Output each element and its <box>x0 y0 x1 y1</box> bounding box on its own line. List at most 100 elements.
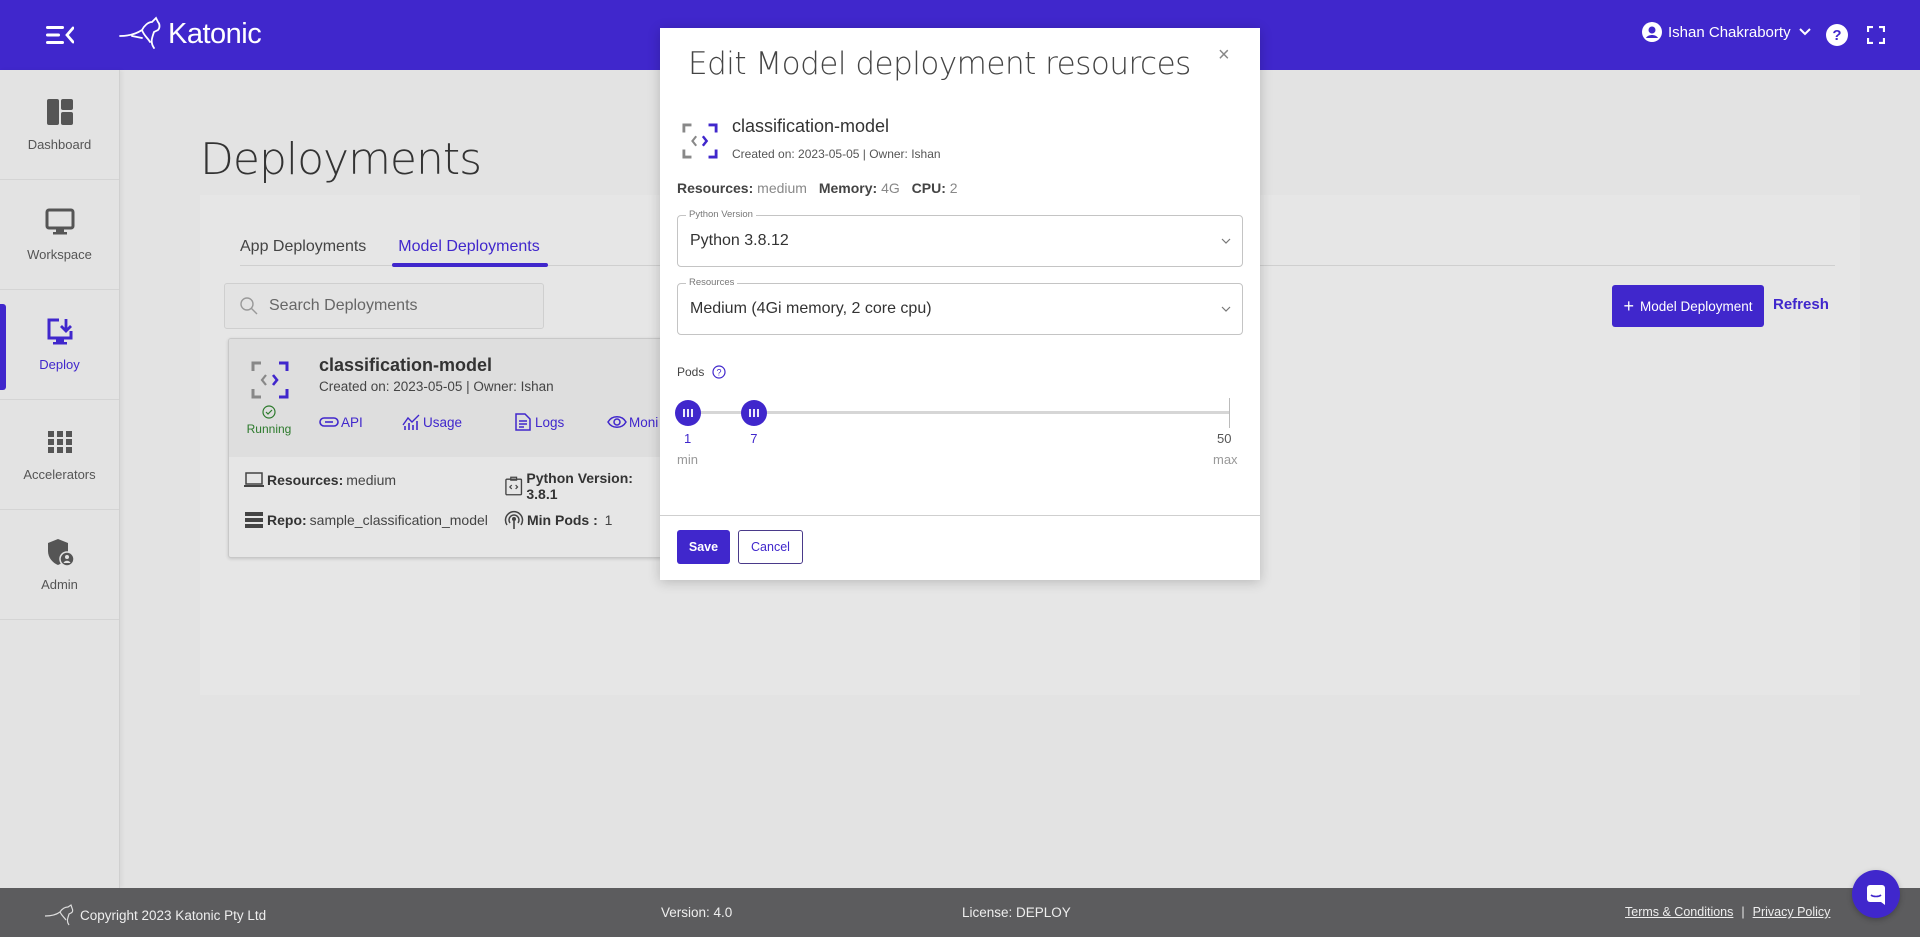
eye-icon <box>607 416 627 428</box>
help-icon[interactable]: ? <box>1826 24 1848 46</box>
chevron-down-icon <box>1798 28 1811 36</box>
usage-link[interactable]: Usage <box>401 413 513 431</box>
python-version-select[interactable]: Python Version Python 3.8.12 <box>677 209 1243 267</box>
plus-icon: + <box>1623 295 1634 316</box>
refresh-button[interactable]: Refresh <box>1773 296 1829 313</box>
chat-icon <box>1867 885 1885 905</box>
chart-icon <box>402 414 420 430</box>
katonic-logo[interactable]: Katonic <box>118 16 262 52</box>
modal-resource-summary: Resources: medium Memory: 4G CPU: 2 <box>677 180 958 196</box>
footer-links: Terms & Conditions | Privacy Policy <box>1625 905 1831 919</box>
status-badge: Running <box>245 405 293 436</box>
card-repo: Repo: sample_classification_model <box>243 510 488 530</box>
pods-slider-track[interactable] <box>688 411 1229 414</box>
deployment-card: Running classification-model Created on:… <box>228 338 668 558</box>
grid-icon <box>47 431 72 453</box>
resources-label: Resources <box>686 277 738 288</box>
sidebar-item-label: Accelerators <box>23 467 96 482</box>
add-model-deployment-button[interactable]: + Model Deployment <box>1612 285 1764 327</box>
svg-text:?: ? <box>1832 27 1841 44</box>
model-code-icon <box>682 123 718 159</box>
edit-resources-modal: Edit Model deployment resources × classi… <box>660 28 1260 580</box>
sidebar-item-dashboard[interactable]: Dashboard <box>0 70 119 180</box>
user-name: Ishan Chakraborty <box>1668 23 1791 41</box>
pods-max-thumb[interactable] <box>741 400 768 426</box>
privacy-link[interactable]: Privacy Policy <box>1753 905 1831 919</box>
footer-license: License: DEPLOY <box>962 905 1071 920</box>
tab-model-deployments[interactable]: Model Deployments <box>392 230 549 267</box>
fullscreen-icon[interactable] <box>1867 26 1885 44</box>
resources-select[interactable]: Resources Medium (4Gi memory, 2 core cpu… <box>677 277 1243 335</box>
admin-shield-icon <box>47 539 75 567</box>
modal-divider <box>660 515 1260 516</box>
close-icon[interactable]: × <box>1218 44 1230 67</box>
modal-model-name: classification-model <box>732 116 890 136</box>
sidebar-item-deploy[interactable]: Deploy <box>0 290 119 400</box>
tab-app-deployments[interactable]: App Deployments <box>240 230 366 265</box>
pods-max-value: 7 <box>750 431 758 446</box>
monitor-icon <box>45 208 74 235</box>
antenna-icon <box>504 510 524 529</box>
sidebar-item-label: Workspace <box>27 247 92 262</box>
menu-collapse-icon[interactable] <box>46 24 74 46</box>
dashboard-icon <box>46 99 73 125</box>
logs-link[interactable]: Logs <box>513 413 607 431</box>
pods-min-text: min <box>677 452 698 467</box>
sidebar-item-label: Dashboard <box>27 137 92 152</box>
kangaroo-logo-icon <box>44 904 74 926</box>
python-version-label: Python Version <box>686 209 756 220</box>
sidebar-item-admin[interactable]: Admin <box>0 510 119 620</box>
footer-version: Version: 4.0 <box>661 905 733 920</box>
python-version-value: Python 3.8.12 <box>690 232 789 249</box>
api-link[interactable]: API <box>319 413 401 431</box>
model-code-icon <box>251 361 289 399</box>
search-deployments[interactable] <box>224 283 544 329</box>
save-button[interactable]: Save <box>677 530 730 564</box>
document-icon <box>515 413 531 431</box>
card-model-name: classification-model <box>319 355 493 375</box>
cancel-button[interactable]: Cancel <box>738 530 803 564</box>
chat-support-button[interactable] <box>1852 870 1900 918</box>
search-input[interactable] <box>269 297 529 315</box>
logo-text: Katonic <box>168 17 262 50</box>
monitor-link[interactable]: Moni <box>607 413 658 431</box>
user-avatar-icon <box>1642 22 1662 42</box>
sidebar-item-accelerators[interactable]: Accelerators <box>0 400 119 510</box>
card-model-meta: Created on: 2023-05-05 | Owner: Ishan <box>319 379 554 394</box>
svg-text:?: ? <box>717 368 722 378</box>
card-min-pods: Min Pods : 1 <box>503 510 612 530</box>
modal-model-meta: Created on: 2023-05-05 | Owner: Ishan <box>732 147 941 161</box>
footer-copyright: Copyright 2023 Katonic Pty Ltd <box>44 904 266 926</box>
deploy-icon <box>47 318 72 345</box>
user-menu[interactable]: Ishan Chakraborty <box>1642 22 1811 42</box>
footer: Copyright 2023 Katonic Pty Ltd Version: … <box>0 888 1920 937</box>
terms-link[interactable]: Terms & Conditions <box>1625 905 1733 919</box>
laptop-icon <box>244 472 264 487</box>
grip-icon <box>683 409 693 417</box>
card-actions: API Usage Logs Moni <box>319 413 658 431</box>
sidebar: Dashboard Workspace Deploy Accelerators <box>0 70 120 888</box>
pods-min-value: 1 <box>684 431 692 446</box>
page-title: Deployments <box>200 134 482 185</box>
storage-icon <box>245 512 263 528</box>
card-resources: Resources: medium <box>243 470 396 490</box>
card-python-version: Python Version: 3.8.1 <box>503 470 667 502</box>
sidebar-item-label: Deploy <box>39 357 80 372</box>
modal-title: Edit Model deployment resources <box>688 46 1191 82</box>
pods-min-thumb[interactable] <box>675 400 701 426</box>
pods-label: Pods ? <box>677 365 726 379</box>
chevron-down-icon <box>1221 238 1231 244</box>
search-icon <box>240 297 258 315</box>
pods-range-end-value: 50 <box>1217 431 1232 446</box>
code-file-icon <box>505 476 523 496</box>
help-circle-icon[interactable]: ? <box>712 365 726 379</box>
sidebar-item-workspace[interactable]: Workspace <box>0 180 119 290</box>
resources-value: Medium (4Gi memory, 2 core cpu) <box>690 300 932 317</box>
sidebar-item-label: Admin <box>41 577 78 592</box>
kangaroo-logo-icon <box>119 16 161 49</box>
link-icon <box>319 417 339 427</box>
pods-max-text: max <box>1213 452 1238 467</box>
status-text: Running <box>246 422 292 436</box>
chevron-down-icon <box>1221 306 1231 312</box>
check-circle-icon <box>262 405 276 419</box>
